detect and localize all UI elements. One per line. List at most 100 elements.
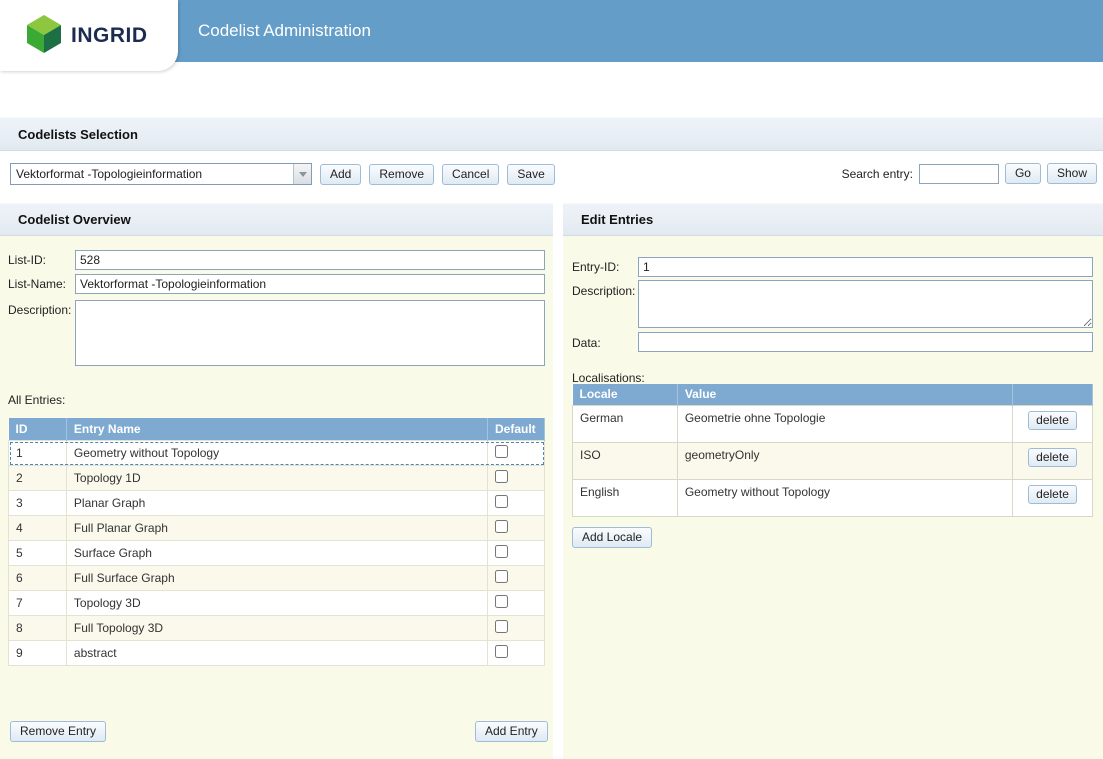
localisations-header-row: Locale Value — [573, 384, 1093, 405]
codelist-controls: Vektorformat -Topologieinformation Add R… — [10, 163, 555, 185]
entry-default-cell — [487, 491, 544, 516]
data-field[interactable] — [638, 332, 1093, 352]
entry-name-cell: Full Surface Graph — [66, 566, 487, 591]
entry-id-cell: 7 — [9, 591, 67, 616]
show-button[interactable]: Show — [1047, 163, 1097, 184]
entry-default-cell — [487, 516, 544, 541]
entry-default-cell — [487, 466, 544, 491]
entry-name-cell: Topology 1D — [66, 466, 487, 491]
entry-row[interactable]: 7Topology 3D — [9, 591, 545, 616]
entry-id-field[interactable] — [638, 257, 1093, 277]
entry-name-cell: abstract — [66, 641, 487, 666]
cancel-button[interactable]: Cancel — [442, 164, 499, 185]
default-checkbox[interactable] — [495, 495, 508, 508]
codelists-selection-header: Codelists Selection — [0, 117, 1103, 151]
edit-entries-header: Edit Entries — [563, 203, 1103, 236]
localisation-row: GermanGeometrie ohne Topologiedelete — [573, 405, 1093, 442]
entry-id-cell: 8 — [9, 616, 67, 641]
localisation-row: ISOgeometryOnly delete — [573, 442, 1093, 479]
localisations-label: Localisations: — [572, 371, 645, 385]
entries-table: ID Entry Name Default 1Geometry without … — [8, 418, 545, 666]
entry-id-cell: 4 — [9, 516, 67, 541]
entries-table-body: 1Geometry without Topology2Topology 1D3P… — [9, 441, 545, 666]
description-field[interactable] — [75, 300, 545, 366]
entry-row[interactable]: 3Planar Graph — [9, 491, 545, 516]
entries-col-name: Entry Name — [66, 418, 487, 441]
entry-id-cell: 2 — [9, 466, 67, 491]
default-checkbox[interactable] — [495, 595, 508, 608]
entry-name-cell: Full Topology 3D — [66, 616, 487, 641]
delete-locale-button[interactable]: delete — [1028, 411, 1077, 430]
localisations-table-body: GermanGeometrie ohne TopologiedeleteISOg… — [573, 405, 1093, 516]
remove-button[interactable]: Remove — [369, 164, 434, 185]
entry-row[interactable]: 4Full Planar Graph — [9, 516, 545, 541]
chevron-down-icon[interactable] — [293, 164, 311, 184]
add-button[interactable]: Add — [320, 164, 361, 185]
localisations-table: Locale Value GermanGeometrie ohne Topolo… — [572, 384, 1093, 517]
codelist-combobox[interactable]: Vektorformat -Topologieinformation — [10, 163, 312, 185]
delete-locale-button[interactable]: delete — [1028, 485, 1077, 504]
page-title: Codelist Administration — [198, 0, 371, 62]
locale-value-cell: Geometrie ohne Topologie — [677, 405, 1012, 442]
entry-name-cell: Geometry without Topology — [66, 441, 487, 466]
entry-id-label: Entry-ID: — [572, 260, 619, 274]
codelist-overview-panel: Codelist Overview List-ID: List-Name: De… — [0, 203, 553, 759]
search-input[interactable] — [919, 164, 999, 184]
codelist-overview-title: Codelist Overview — [18, 212, 131, 227]
search-group: Search entry: Go Show — [842, 163, 1097, 184]
default-checkbox[interactable] — [495, 620, 508, 633]
codelist-overview-header: Codelist Overview — [0, 203, 553, 236]
entry-id-cell: 6 — [9, 566, 67, 591]
entry-default-cell — [487, 641, 544, 666]
entry-default-cell — [487, 616, 544, 641]
entry-default-cell — [487, 541, 544, 566]
entry-row[interactable]: 9abstract — [9, 641, 545, 666]
save-button[interactable]: Save — [507, 164, 554, 185]
default-checkbox[interactable] — [495, 445, 508, 458]
locale-action-cell: delete — [1013, 405, 1093, 442]
locale-cell: ISO — [573, 442, 678, 479]
entries-table-header-row: ID Entry Name Default — [9, 418, 545, 441]
go-button[interactable]: Go — [1005, 163, 1041, 184]
remove-entry-button[interactable]: Remove Entry — [10, 721, 106, 742]
data-label: Data: — [572, 336, 601, 350]
default-checkbox[interactable] — [495, 470, 508, 483]
loc-col-locale: Locale — [573, 384, 678, 405]
locale-action-cell: delete — [1013, 442, 1093, 479]
list-id-label: List-ID: — [8, 253, 46, 267]
entry-default-cell — [487, 591, 544, 616]
default-checkbox[interactable] — [495, 545, 508, 558]
list-name-field[interactable] — [75, 274, 545, 294]
locale-value-cell: Geometry without Topology — [677, 479, 1012, 516]
entry-row[interactable]: 8Full Topology 3D — [9, 616, 545, 641]
list-id-field[interactable] — [75, 250, 545, 270]
entry-id-cell: 5 — [9, 541, 67, 566]
edit-entries-title: Edit Entries — [581, 212, 653, 227]
entry-default-cell — [487, 566, 544, 591]
edit-description-label: Description: — [572, 284, 635, 298]
logo: INGRID — [0, 0, 178, 71]
localisation-row: EnglishGeometry without Topology delete — [573, 479, 1093, 516]
logo-text: INGRID — [71, 24, 148, 48]
locale-cell: English — [573, 479, 678, 516]
default-checkbox[interactable] — [495, 520, 508, 533]
default-checkbox[interactable] — [495, 645, 508, 658]
entry-name-cell: Surface Graph — [66, 541, 487, 566]
description-label: Description: — [8, 303, 71, 317]
entry-id-cell: 9 — [9, 641, 67, 666]
delete-locale-button[interactable]: delete — [1028, 448, 1077, 467]
all-entries-label: All Entries: — [8, 393, 65, 407]
add-locale-button[interactable]: Add Locale — [572, 527, 652, 548]
entry-row[interactable]: 5Surface Graph — [9, 541, 545, 566]
entry-name-cell: Planar Graph — [66, 491, 487, 516]
entry-row[interactable]: 2Topology 1D — [9, 466, 545, 491]
entry-id-cell: 3 — [9, 491, 67, 516]
edit-description-field[interactable] — [638, 280, 1093, 328]
entry-name-cell: Full Planar Graph — [66, 516, 487, 541]
entry-row[interactable]: 6Full Surface Graph — [9, 566, 545, 591]
entry-row[interactable]: 1Geometry without Topology — [9, 441, 545, 466]
default-checkbox[interactable] — [495, 570, 508, 583]
add-entry-button[interactable]: Add Entry — [475, 721, 548, 742]
locale-action-cell: delete — [1013, 479, 1093, 516]
locale-value-cell: geometryOnly — [677, 442, 1012, 479]
